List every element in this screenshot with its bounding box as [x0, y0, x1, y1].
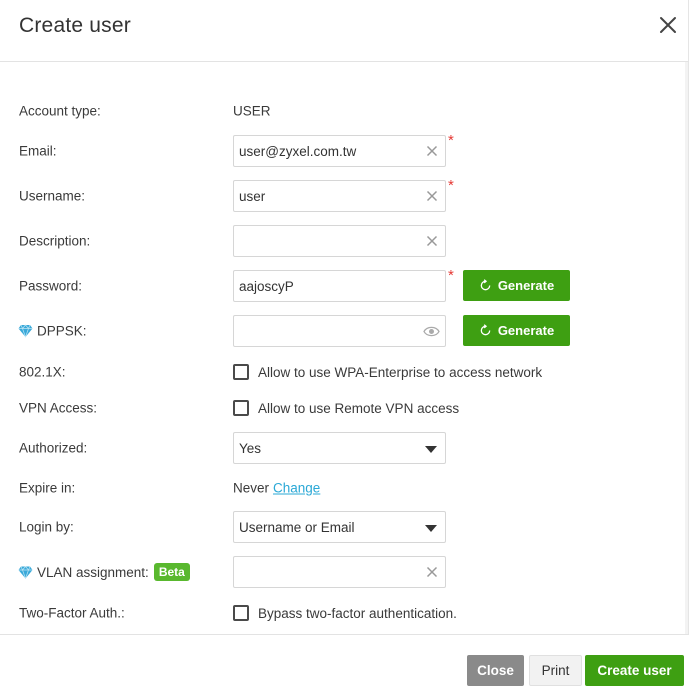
dot1x-row: 802.1X: Allow to use WPA-Enterprise to a… — [0, 355, 689, 389]
change-expire-link[interactable]: Change — [273, 481, 320, 496]
vpn-access-checkbox-label: Allow to use Remote VPN access — [258, 400, 460, 416]
username-row: Username: user * — [0, 177, 689, 213]
create-user-dialog: Create user Account type: USER Email: us… — [0, 0, 689, 691]
create-user-button[interactable]: Create user — [585, 655, 684, 686]
login-by-row: Login by: Username or Email — [0, 510, 689, 544]
close-icon[interactable] — [657, 14, 679, 36]
authorized-row: Authorized: Yes — [0, 431, 689, 465]
username-label: Username: — [19, 188, 86, 204]
required-mark: * — [448, 267, 454, 284]
dialog-header: Create user — [0, 0, 689, 62]
description-field[interactable] — [233, 225, 446, 257]
generate-dppsk-button[interactable]: Generate — [463, 315, 570, 346]
authorized-label: Authorized: — [19, 440, 88, 456]
vpn-access-checkbox[interactable] — [233, 400, 249, 416]
dot1x-checkbox[interactable] — [233, 364, 249, 380]
vpn-access-option[interactable]: Allow to use Remote VPN access — [233, 400, 459, 416]
diamond-icon — [18, 324, 33, 338]
login-by-select[interactable]: Username or Email — [233, 511, 446, 543]
account-type-value: USER — [233, 103, 271, 119]
password-field[interactable]: aajoscyP — [233, 270, 446, 302]
required-mark: * — [448, 177, 454, 194]
email-label: Email: — [19, 143, 57, 159]
eye-icon[interactable] — [423, 325, 440, 338]
diamond-icon — [18, 565, 33, 579]
login-by-value: Username or Email — [239, 520, 355, 535]
expire-in-label: Expire in: — [19, 480, 76, 496]
dot1x-checkbox-label: Allow to use WPA-Enterprise to access ne… — [258, 364, 543, 380]
email-row: Email: user@zyxel.com.tw * — [0, 132, 689, 168]
vlan-assignment-row: VLAN assignment: Beta — [0, 555, 689, 589]
dialog-body: Account type: USER Email: user@zyxel.com… — [0, 62, 689, 634]
vlan-assignment-label: VLAN assignment: — [37, 564, 149, 580]
password-row: Password: aajoscyP * Generate — [0, 267, 689, 303]
username-value: user — [239, 189, 266, 204]
expire-in-value: Never — [233, 480, 270, 496]
expire-in-value-group: Never Change — [233, 481, 320, 496]
generate-password-label: Generate — [497, 278, 555, 293]
close-button[interactable]: Close — [467, 655, 524, 686]
email-value: user@zyxel.com.tw — [239, 144, 357, 159]
vlan-assignment-field[interactable] — [233, 556, 446, 588]
dppsk-label-group: DPPSK: — [18, 323, 87, 339]
description-row: Description: — [0, 224, 689, 258]
authorized-value: Yes — [239, 441, 262, 456]
two-factor-row: Two-Factor Auth.: Bypass two-factor auth… — [0, 596, 689, 630]
vpn-access-label: VPN Access: — [19, 400, 98, 416]
dppsk-label: DPPSK: — [37, 323, 87, 339]
refresh-icon — [480, 324, 491, 336]
clear-icon[interactable] — [426, 235, 438, 247]
dppsk-field[interactable] — [233, 315, 446, 347]
beta-badge: Beta — [153, 563, 190, 581]
clear-icon[interactable] — [426, 145, 438, 157]
clear-icon[interactable] — [426, 190, 438, 202]
two-factor-checkbox[interactable] — [233, 605, 249, 621]
two-factor-option[interactable]: Bypass two-factor authentication. — [233, 605, 457, 621]
generate-password-button[interactable]: Generate — [463, 270, 570, 301]
chevron-down-icon — [425, 525, 437, 532]
account-type-label: Account type: — [19, 103, 101, 119]
authorized-select[interactable]: Yes — [233, 432, 446, 464]
expire-in-row: Expire in: Never Change — [0, 471, 689, 505]
dialog-title: Create user — [19, 14, 131, 37]
email-field[interactable]: user@zyxel.com.tw — [233, 135, 446, 167]
refresh-icon — [480, 279, 491, 291]
account-type-row: Account type: USER — [0, 94, 689, 128]
description-label: Description: — [19, 233, 91, 249]
username-field[interactable]: user — [233, 180, 446, 212]
generate-dppsk-label: Generate — [497, 323, 555, 338]
two-factor-label: Two-Factor Auth.: — [19, 605, 125, 621]
vpn-access-row: VPN Access: Allow to use Remote VPN acce… — [0, 391, 689, 425]
dot1x-label: 802.1X: — [19, 364, 66, 380]
dialog-footer: Close Print Create user — [0, 634, 689, 691]
scrollbar[interactable] — [685, 62, 688, 634]
password-label: Password: — [19, 278, 83, 294]
clear-icon[interactable] — [426, 566, 438, 578]
vlan-assignment-label-group: VLAN assignment: Beta — [18, 563, 190, 581]
password-value: aajoscyP — [239, 279, 294, 294]
two-factor-checkbox-label: Bypass two-factor authentication. — [258, 605, 457, 621]
dppsk-row: DPPSK: Generate — [0, 314, 689, 348]
login-by-label: Login by: — [19, 519, 74, 535]
print-button[interactable]: Print — [529, 655, 582, 686]
dot1x-option[interactable]: Allow to use WPA-Enterprise to access ne… — [233, 364, 542, 380]
chevron-down-icon — [425, 446, 437, 453]
required-mark: * — [448, 132, 454, 149]
